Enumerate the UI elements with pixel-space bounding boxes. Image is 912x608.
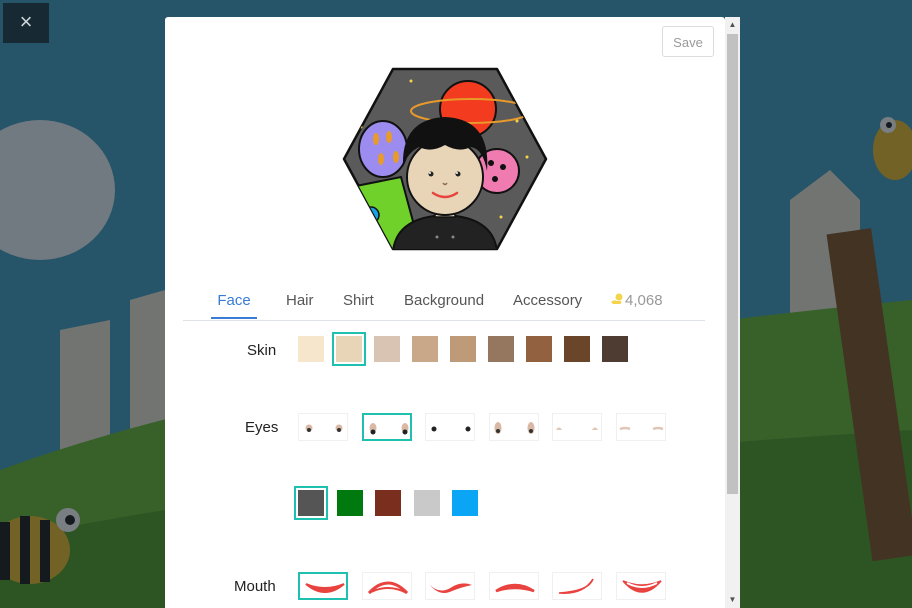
mouth-style-option[interactable] bbox=[298, 572, 348, 600]
mouth-label: Mouth bbox=[234, 578, 276, 595]
skin-color-swatch[interactable] bbox=[332, 332, 366, 366]
skin-color-swatch[interactable] bbox=[298, 336, 324, 362]
eyes-label: Eyes bbox=[245, 419, 279, 436]
eye-style-option[interactable] bbox=[552, 413, 602, 441]
modal-scrollbar[interactable]: ▲ ▼ bbox=[725, 17, 740, 608]
tab-hair[interactable]: Hair bbox=[286, 287, 314, 319]
tab-face[interactable]: Face bbox=[211, 287, 257, 319]
mouth-style-option[interactable] bbox=[425, 572, 475, 600]
skin-color-swatch[interactable] bbox=[526, 336, 552, 362]
skin-color-swatch[interactable] bbox=[602, 336, 628, 362]
skin-color-swatch[interactable] bbox=[412, 336, 438, 362]
tab-background[interactable]: Background bbox=[404, 287, 484, 319]
eye-style-option[interactable] bbox=[488, 413, 539, 441]
eye-color-swatch[interactable] bbox=[294, 486, 328, 520]
eye-color-swatch[interactable] bbox=[375, 490, 401, 516]
eye-style-option[interactable] bbox=[615, 413, 666, 441]
eye-style-option[interactable] bbox=[298, 413, 348, 441]
mouth-style-option[interactable] bbox=[488, 572, 539, 600]
tab-accessory[interactable]: Accessory bbox=[513, 287, 582, 319]
mouth-style-option[interactable] bbox=[615, 572, 666, 600]
skin-label: Skin bbox=[247, 342, 277, 359]
scroll-down-icon[interactable]: ▼ bbox=[725, 592, 740, 608]
skin-color-swatch[interactable] bbox=[488, 336, 514, 362]
avatar-preview bbox=[342, 67, 548, 251]
mouth-style-option[interactable] bbox=[552, 572, 602, 600]
close-button[interactable]: × bbox=[3, 3, 49, 43]
avatar-editor-modal: Save Face Hair Shirt Background Accessor… bbox=[165, 17, 725, 608]
hand-coin-icon bbox=[611, 293, 623, 304]
skin-color-swatch[interactable] bbox=[450, 336, 476, 362]
eye-color-swatch[interactable] bbox=[452, 490, 478, 516]
scroll-up-icon[interactable]: ▲ bbox=[725, 17, 740, 33]
close-icon: × bbox=[19, 9, 33, 34]
tab-shirt[interactable]: Shirt bbox=[343, 287, 374, 319]
save-button[interactable]: Save bbox=[662, 26, 714, 57]
skin-color-swatch[interactable] bbox=[564, 336, 590, 362]
mouth-style-option[interactable] bbox=[361, 572, 412, 600]
eye-style-option[interactable] bbox=[425, 413, 475, 441]
coin-balance: 4,068 bbox=[610, 287, 663, 319]
skin-color-swatch[interactable] bbox=[374, 336, 400, 362]
coin-count: 4,068 bbox=[625, 292, 663, 309]
eye-color-swatch[interactable] bbox=[336, 490, 363, 516]
scrollbar-thumb[interactable] bbox=[727, 34, 738, 494]
eye-color-swatch[interactable] bbox=[413, 490, 440, 516]
editor-tabs: Face Hair Shirt Background Accessory 4,0… bbox=[183, 287, 705, 321]
eye-style-option[interactable] bbox=[361, 413, 412, 441]
